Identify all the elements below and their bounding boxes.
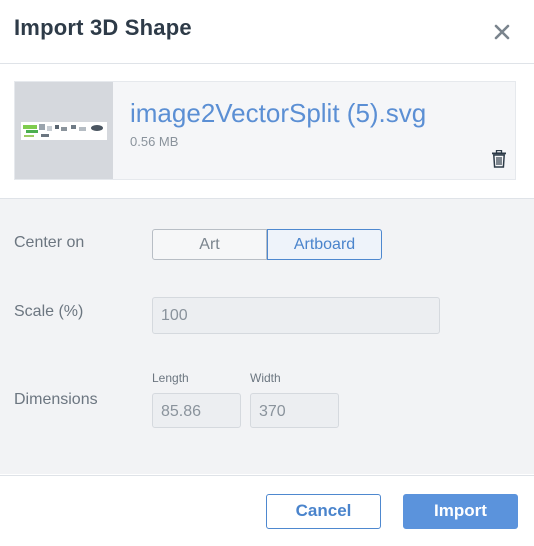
- file-name: image2VectorSplit (5).svg: [130, 98, 427, 128]
- dialog-header: Import 3D Shape: [0, 0, 534, 64]
- center-on-artboard-option[interactable]: Artboard: [267, 229, 382, 260]
- import-button[interactable]: Import: [403, 494, 518, 529]
- file-card: image2VectorSplit (5).svg 0.56 MB: [14, 81, 516, 180]
- length-label: Length: [152, 371, 189, 385]
- import-3d-shape-dialog: Import 3D Shape image2VectorSplit (5).sv…: [0, 0, 534, 546]
- image-thumbnail: [21, 122, 107, 140]
- center-on-label: Center on: [14, 234, 85, 251]
- file-section: image2VectorSplit (5).svg 0.56 MB: [0, 64, 534, 199]
- width-input[interactable]: 370: [250, 393, 339, 428]
- file-size: 0.56 MB: [130, 134, 179, 149]
- cancel-button[interactable]: Cancel: [266, 494, 381, 529]
- scale-label: Scale (%): [14, 303, 84, 320]
- length-input[interactable]: 85.86: [152, 393, 241, 428]
- center-on-art-option[interactable]: Art: [152, 229, 267, 260]
- dialog-footer: Cancel Import: [0, 475, 534, 546]
- close-icon[interactable]: [490, 20, 514, 44]
- scale-input[interactable]: 100: [152, 297, 440, 334]
- trash-icon[interactable]: [491, 150, 507, 168]
- import-settings-form: Center on Art Artboard Scale (%) 100 Len…: [0, 199, 534, 474]
- width-label: Width: [250, 371, 281, 385]
- file-thumbnail: [15, 82, 113, 179]
- dialog-title: Import 3D Shape: [14, 15, 192, 40]
- dimensions-label: Dimensions: [14, 391, 98, 408]
